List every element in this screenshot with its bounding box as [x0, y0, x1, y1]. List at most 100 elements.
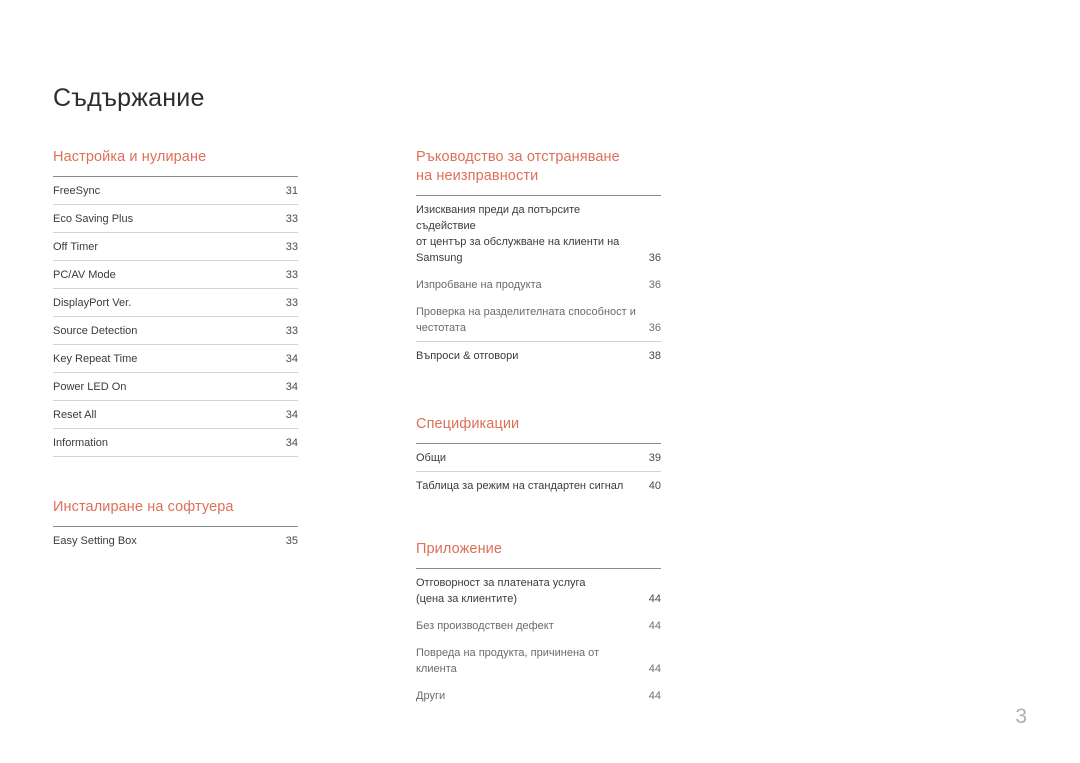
toc-entry-page: 36 [648, 252, 661, 264]
toc-entry-reset-all[interactable]: Reset All 34 [53, 401, 298, 429]
toc-entry-customer-caused-damage[interactable]: Повреда на продукта, причинена от клиент… [416, 639, 661, 682]
section-heading: Ръководство за отстраняване на неизправн… [416, 148, 661, 186]
toc-column-right: Ръководство за отстраняване на неизправн… [416, 148, 661, 709]
toc-entry-line: Изисквания преди да потърсите съдействие… [416, 202, 661, 234]
toc-list: Easy Setting Box 35 [53, 526, 298, 554]
toc-entry-label: Проверка на разделителната способност и [416, 306, 636, 318]
toc-entry-label: Общи [416, 452, 447, 464]
section-software-installation: Инсталиране на софтуера Easy Setting Box… [53, 498, 298, 554]
section-troubleshooting: Ръководство за отстраняване на неизправн… [416, 148, 661, 369]
toc-entry-information[interactable]: Information 34 [53, 429, 298, 457]
page-title: Съдържание [53, 84, 205, 112]
toc-entry-off-timer[interactable]: Off Timer 33 [53, 233, 298, 261]
section-heading: Приложение [416, 541, 503, 557]
toc-entry-displayport-ver[interactable]: DisplayPort Ver. 33 [53, 289, 298, 317]
toc-entry-label: Отговорност за платената услуга [416, 577, 586, 589]
toc-list: Изисквания преди да потърсите съдействие… [416, 195, 661, 369]
section-heading-line: Ръководство за отстраняване [416, 149, 620, 165]
section-heading-line: на неизправности [416, 168, 539, 184]
toc-entry-page: 33 [285, 325, 298, 337]
section-heading: Спецификации [416, 416, 520, 432]
section-specifications: Спецификации Общи 39 Таблица за режим на… [416, 415, 661, 499]
toc-entry-label: Без производствен дефект [416, 620, 554, 632]
toc-entry-line: честотата 36 [416, 320, 661, 336]
toc-entry-not-a-product-defect[interactable]: Без производствен дефект 44 [416, 612, 661, 639]
toc-entry-label: Изпробване на продукта [416, 279, 542, 291]
toc-entry-pc-av-mode[interactable]: PC/AV Mode 33 [53, 261, 298, 289]
section-heading: Инсталиране на софтуера [53, 499, 234, 515]
toc-entry-standard-signal-mode-table[interactable]: Таблица за режим на стандартен сигнал 40 [416, 472, 661, 499]
toc-entry-easy-setting-box[interactable]: Easy Setting Box 35 [53, 527, 298, 554]
toc-entry-label: Други [416, 690, 446, 702]
toc-entry-line: (цена за клиентите) 44 [416, 591, 661, 607]
toc-page: Съдържание Настройка и нулиране FreeSync… [0, 0, 1080, 763]
section-heading: Настройка и нулиране [53, 149, 207, 165]
toc-entry-paid-service-responsibility[interactable]: Отговорност за платената услуга 0 (цена … [416, 569, 661, 612]
toc-entry-label: Повреда на продукта, причинена от клиент… [416, 647, 600, 675]
toc-entry-product-test[interactable]: Изпробване на продукта 36 [416, 271, 661, 298]
toc-entry-label: FreeSync [53, 185, 101, 197]
toc-entry-label: Таблица за режим на стандартен сигнал [416, 480, 624, 492]
toc-entry-label: Power LED On [53, 381, 127, 393]
toc-entry-page: 33 [285, 269, 298, 281]
toc-entry-label: Source Detection [53, 325, 138, 337]
toc-entry-line: Проверка на разделителната способност и … [416, 304, 661, 320]
toc-entry-label: честотата [416, 322, 466, 334]
toc-list: Отговорност за платената услуга 0 (цена … [416, 568, 661, 709]
toc-entry-label: Information [53, 437, 109, 449]
toc-entry-general[interactable]: Общи 39 [416, 444, 661, 472]
toc-entry-page: 44 [648, 593, 661, 605]
toc-entry-label: от център за обслужване на клиенти на [416, 236, 620, 248]
toc-entry-page: 38 [648, 350, 661, 362]
toc-entry-page: 34 [285, 437, 298, 449]
toc-entry-line: Отговорност за платената услуга 0 [416, 575, 661, 591]
toc-entry-page: 36 [648, 279, 661, 291]
toc-entry-label: (цена за клиентите) [416, 593, 517, 605]
toc-entry-line: Без производствен дефект 44 [416, 618, 661, 634]
toc-entry-label: Изисквания преди да потърсите съдействие [416, 204, 581, 232]
toc-entry-key-repeat-time[interactable]: Key Repeat Time 34 [53, 345, 298, 373]
toc-entry-line: от център за обслужване на клиенти на 0 [416, 234, 661, 250]
toc-entry-label: Samsung [416, 252, 463, 264]
toc-entry-page: 35 [285, 535, 298, 547]
toc-entry-check-resolution-frequency[interactable]: Проверка на разделителната способност и … [416, 298, 661, 342]
toc-entry-source-detection[interactable]: Source Detection 33 [53, 317, 298, 345]
toc-entry-questions-answers[interactable]: Въпроси & отговори 38 [416, 342, 661, 369]
toc-entry-page: 31 [285, 185, 298, 197]
toc-entry-page: 44 [648, 620, 661, 632]
toc-entry-requirements-before-contacting-service[interactable]: Изисквания преди да потърсите съдействие… [416, 196, 661, 271]
toc-entry-label: Въпроси & отговори [416, 350, 519, 362]
toc-entry-eco-saving-plus[interactable]: Eco Saving Plus 33 [53, 205, 298, 233]
section-appendix: Приложение Отговорност за платената услу… [416, 540, 661, 709]
toc-entry-label: Easy Setting Box [53, 535, 137, 547]
toc-entry-label: DisplayPort Ver. [53, 297, 132, 309]
toc-entry-power-led-on[interactable]: Power LED On 34 [53, 373, 298, 401]
toc-list: Общи 39 Таблица за режим на стандартен с… [416, 443, 661, 499]
toc-entry-freesync[interactable]: FreeSync 31 [53, 177, 298, 205]
toc-list: FreeSync 31 Eco Saving Plus 33 Off Timer… [53, 176, 298, 457]
toc-entry-page: 34 [285, 381, 298, 393]
toc-entry-label: Key Repeat Time [53, 353, 138, 365]
toc-entry-page: 34 [285, 353, 298, 365]
toc-entry-line: Samsung 36 [416, 250, 661, 266]
toc-entry-label: Reset All [53, 409, 97, 421]
toc-entry-line: Повреда на продукта, причинена от клиент… [416, 645, 661, 677]
toc-entry-label: PC/AV Mode [53, 269, 116, 281]
toc-entry-page: 34 [285, 409, 298, 421]
toc-entry-page: 39 [648, 452, 661, 464]
toc-entry-page: 33 [285, 241, 298, 253]
toc-entry-others[interactable]: Други 44 [416, 682, 661, 709]
toc-entry-line: Други 44 [416, 688, 661, 704]
toc-entry-page: 44 [648, 663, 661, 675]
toc-entry-page: 33 [285, 213, 298, 225]
toc-entry-page: 44 [648, 690, 661, 702]
section-settings-reset: Настройка и нулиране FreeSync 31 Eco Sav… [53, 148, 298, 457]
page-number: 3 [1015, 705, 1027, 728]
toc-entry-page: 36 [648, 322, 661, 334]
toc-entry-label: Off Timer [53, 241, 99, 253]
toc-entry-page: 40 [648, 480, 661, 492]
toc-entry-label: Eco Saving Plus [53, 213, 134, 225]
